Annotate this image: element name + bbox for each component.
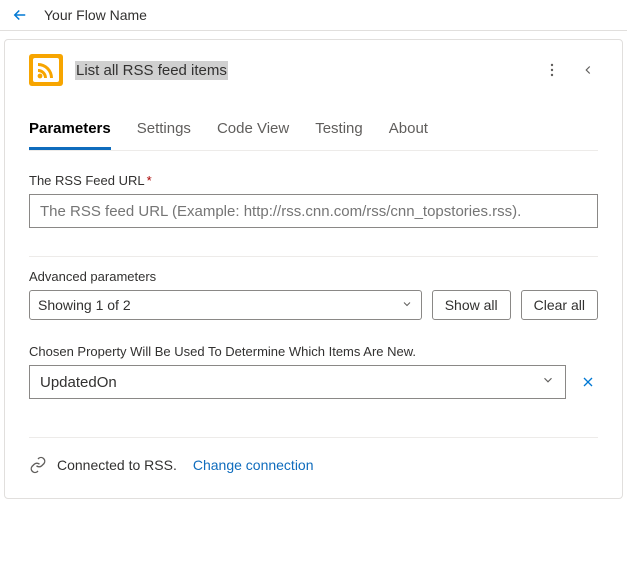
rss-url-input[interactable] [29, 194, 598, 228]
rss-url-label-text: The RSS Feed URL [29, 173, 145, 188]
top-bar: Your Flow Name [0, 0, 627, 30]
flow-name[interactable]: Your Flow Name [44, 7, 147, 23]
tab-code-view[interactable]: Code View [217, 120, 289, 150]
chosen-property-label: Chosen Property Will Be Used To Determin… [29, 344, 598, 359]
arrow-left-icon [11, 6, 29, 24]
chosen-property-row: UpdatedOn [29, 365, 598, 399]
back-button[interactable] [8, 3, 32, 27]
chevron-down-icon [401, 297, 413, 313]
tab-about[interactable]: About [389, 120, 428, 150]
chevron-left-icon [581, 63, 595, 77]
required-indicator: * [147, 173, 152, 188]
tab-parameters[interactable]: Parameters [29, 120, 111, 150]
action-title: List all RSS feed items [75, 61, 228, 80]
more-menu-button[interactable] [542, 60, 562, 80]
change-connection-link[interactable]: Change connection [193, 457, 314, 473]
clear-chosen-button[interactable] [578, 372, 598, 392]
tablist: Parameters Settings Code View Testing Ab… [29, 120, 598, 150]
advanced-showing-select[interactable]: Showing 1 of 2 [29, 290, 422, 320]
top-divider [0, 30, 627, 31]
link-icon [29, 456, 47, 474]
collapse-button[interactable] [578, 60, 598, 80]
clear-all-button[interactable]: Clear all [521, 290, 598, 320]
chosen-property-value: UpdatedOn [40, 374, 117, 391]
close-icon [580, 374, 596, 390]
tab-divider [29, 150, 598, 151]
more-vertical-icon [544, 62, 560, 78]
chevron-down-icon [541, 373, 555, 391]
tab-testing[interactable]: Testing [315, 120, 363, 150]
advanced-showing-value: Showing 1 of 2 [38, 297, 131, 313]
chosen-property-select[interactable]: UpdatedOn [29, 365, 566, 399]
section-divider-2 [29, 437, 598, 438]
advanced-parameters-label: Advanced parameters [29, 269, 598, 284]
action-card: List all RSS feed items Parameters Setti… [4, 39, 623, 499]
connection-status-text: Connected to RSS. [57, 457, 177, 473]
rss-connector-icon [29, 54, 63, 86]
connection-row: Connected to RSS. Change connection [29, 456, 598, 474]
tab-settings[interactable]: Settings [137, 120, 191, 150]
show-all-button[interactable]: Show all [432, 290, 511, 320]
section-divider-1 [29, 256, 598, 257]
rss-url-label: The RSS Feed URL* [29, 173, 598, 188]
advanced-parameters-row: Showing 1 of 2 Show all Clear all [29, 290, 598, 320]
card-header-actions [542, 60, 598, 80]
card-header: List all RSS feed items [29, 54, 598, 86]
